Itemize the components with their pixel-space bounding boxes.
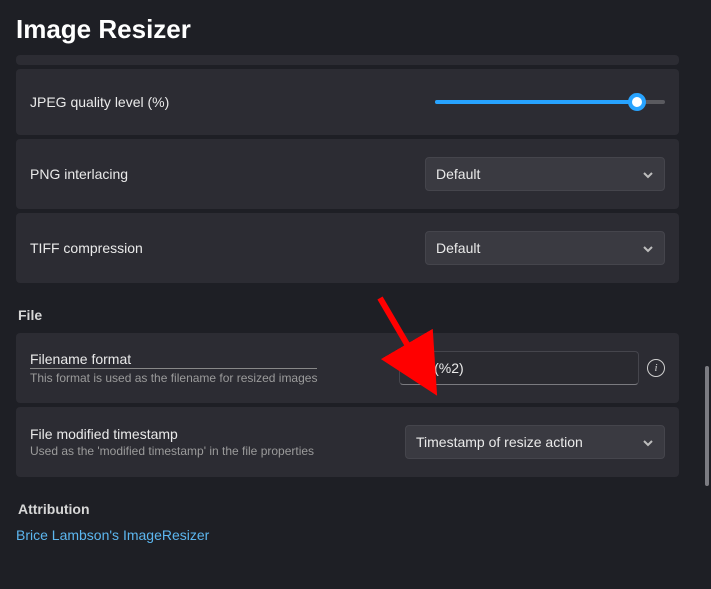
section-attribution: Attribution xyxy=(18,501,679,517)
filename-format-label: Filename format xyxy=(30,351,317,369)
chevron-down-icon xyxy=(642,436,654,448)
attribution-link[interactable]: Brice Lambson's ImageResizer xyxy=(16,527,209,543)
scrollbar[interactable] xyxy=(699,66,711,589)
row-jpeg-quality: JPEG quality level (%) xyxy=(16,69,679,135)
png-interlacing-value: Default xyxy=(436,166,480,182)
tiff-compression-label: TIFF compression xyxy=(30,240,143,256)
row-tiff-compression: TIFF compression Default xyxy=(16,213,679,283)
section-file: File xyxy=(18,307,679,323)
file-timestamp-value: Timestamp of resize action xyxy=(416,434,583,450)
jpeg-quality-slider[interactable] xyxy=(435,94,665,110)
file-timestamp-description: Used as the 'modified timestamp' in the … xyxy=(30,444,314,458)
png-interlacing-select[interactable]: Default xyxy=(425,157,665,191)
jpeg-quality-label: JPEG quality level (%) xyxy=(30,94,169,110)
previous-row-edge xyxy=(16,55,679,65)
filename-format-input[interactable] xyxy=(399,351,639,385)
file-timestamp-label: File modified timestamp xyxy=(30,426,314,442)
row-file-modified-timestamp: File modified timestamp Used as the 'mod… xyxy=(16,407,679,477)
file-timestamp-select[interactable]: Timestamp of resize action xyxy=(405,425,665,459)
chevron-down-icon xyxy=(642,242,654,254)
tiff-compression-value: Default xyxy=(436,240,480,256)
row-filename-format: Filename format This format is used as t… xyxy=(16,333,679,403)
row-png-interlacing: PNG interlacing Default xyxy=(16,139,679,209)
page-title: Image Resizer xyxy=(0,0,711,55)
settings-content: JPEG quality level (%) PNG interlacing D… xyxy=(0,55,695,543)
scrollbar-thumb[interactable] xyxy=(705,366,709,486)
info-icon[interactable]: i xyxy=(647,359,665,377)
tiff-compression-select[interactable]: Default xyxy=(425,231,665,265)
png-interlacing-label: PNG interlacing xyxy=(30,166,128,182)
filename-format-description: This format is used as the filename for … xyxy=(30,371,317,385)
chevron-down-icon xyxy=(642,168,654,180)
